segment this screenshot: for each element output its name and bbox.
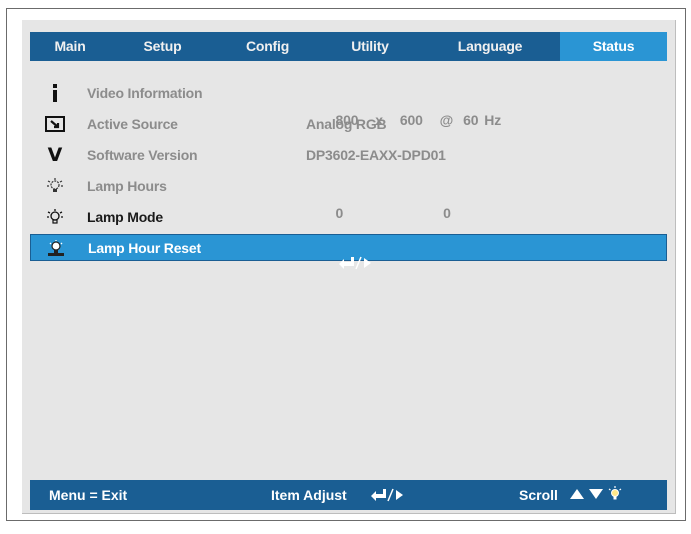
info-icon: [44, 83, 66, 103]
lamp-hours-row[interactable]: Lamp Hours 00: [30, 173, 667, 221]
tab-utility[interactable]: Utility: [320, 32, 420, 61]
active-source-row[interactable]: Active Source Analog RGB: [30, 111, 667, 138]
lamp-hours-value: 00: [306, 173, 451, 221]
lamp-hour-reset-label: Lamp Hour Reset: [88, 240, 201, 256]
software-version-row[interactable]: V Software Version DP3602-EAXX-DPD01: [30, 142, 667, 169]
menu-tab-bar: Main Setup Config Utility Language Statu…: [30, 32, 667, 61]
video-information-label: Video Information: [87, 85, 203, 101]
item-adjust-hint: Item Adjust: [271, 487, 347, 503]
tab-status[interactable]: Status: [560, 32, 667, 61]
up-arrow-icon: [570, 489, 584, 499]
active-source-label: Active Source: [87, 116, 178, 132]
menu-exit-hint: Menu = Exit: [49, 487, 128, 503]
tab-config[interactable]: Config: [215, 32, 320, 61]
lamp-icon: [608, 486, 622, 500]
video-information-row[interactable]: Video Information 800 x 600 @60 Hz: [30, 80, 667, 128]
lamp-mode-row[interactable]: Lamp Mode: [30, 204, 667, 231]
scroll-icons: [569, 486, 623, 502]
lamp-hour-reset-row[interactable]: Lamp Hour Reset: [30, 234, 667, 270]
software-version-value: DP3602-EAXX-DPD01: [306, 147, 446, 163]
lamp-mode-label: Lamp Mode: [87, 209, 163, 225]
video-information-value: 800 x 600 @60 Hz: [306, 80, 502, 128]
active-source-value: Analog RGB: [306, 116, 387, 132]
lamp-mode-icon: [44, 207, 66, 227]
enter-right-arrow-icon[interactable]: [307, 242, 373, 270]
enter-right-arrow-icon: [369, 488, 405, 505]
version-icon: V: [47, 144, 63, 166]
osd-menu-panel: Main Setup Config Utility Language Statu…: [22, 20, 676, 514]
lamp-icon: [44, 176, 66, 196]
scroll-hint: Scroll: [519, 487, 558, 503]
lamp-reset-icon: [45, 238, 67, 258]
tab-setup[interactable]: Setup: [110, 32, 215, 61]
tab-language[interactable]: Language: [420, 32, 560, 61]
lamp-hours-label: Lamp Hours: [87, 178, 167, 194]
tab-main[interactable]: Main: [30, 32, 110, 61]
help-footer-bar: Menu = Exit Item Adjust Scroll: [30, 480, 667, 510]
software-version-label: Software Version: [87, 147, 198, 163]
down-arrow-icon: [589, 489, 603, 499]
source-icon: [44, 114, 66, 134]
